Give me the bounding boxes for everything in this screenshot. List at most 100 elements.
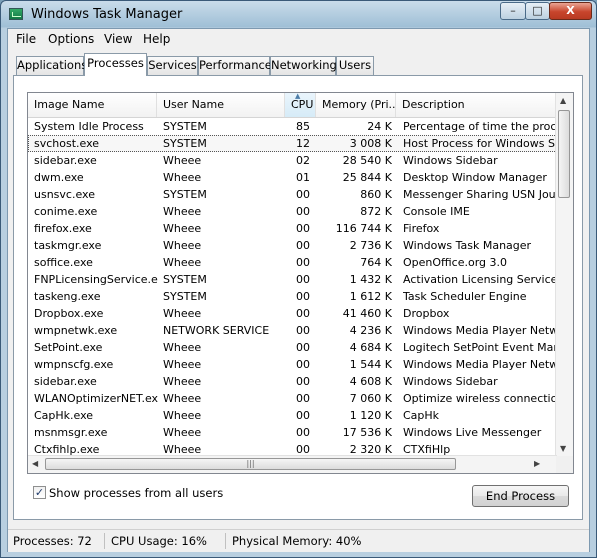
process-image-name: usnsvc.exe bbox=[34, 188, 95, 201]
process-memory: 1 120 K bbox=[349, 409, 392, 422]
process-memory: 860 K bbox=[360, 188, 392, 201]
show-all-users-checkbox[interactable]: ✓ bbox=[33, 486, 46, 499]
process-cpu: 00 bbox=[296, 290, 310, 303]
process-cpu: 00 bbox=[296, 256, 310, 269]
tab-applications[interactable]: Applications bbox=[16, 56, 87, 75]
column-cpu[interactable]: ▲ CPU bbox=[285, 93, 316, 117]
process-memory: 24 K bbox=[367, 120, 392, 133]
show-all-users-label[interactable]: Show processes from all users bbox=[49, 486, 223, 500]
scroll-up-icon[interactable]: ▲ bbox=[560, 96, 566, 105]
process-user-name: SYSTEM bbox=[163, 120, 207, 133]
tab-users[interactable]: Users bbox=[336, 56, 374, 75]
close-button[interactable]: X bbox=[549, 2, 592, 20]
window-title: Windows Task Manager bbox=[31, 7, 183, 22]
process-row[interactable]: FNPLicensingService.exe SYSTEM 00 1 432 K Ac… bbox=[28, 271, 557, 288]
horizontal-scrollbar[interactable]: ◀ ||| ▶ bbox=[28, 455, 557, 473]
process-description: Host Process for Windows Ser bbox=[403, 137, 557, 150]
column-description[interactable]: Description bbox=[396, 93, 557, 117]
process-user-name: Wheee bbox=[163, 409, 202, 422]
maximize-button[interactable]: □ bbox=[525, 2, 550, 20]
process-description: CapHk bbox=[403, 409, 440, 422]
vertical-scroll-thumb[interactable] bbox=[558, 110, 570, 198]
process-row[interactable]: soffice.exe Wheee 00 764 K OpenOffice.org 3.… bbox=[28, 254, 557, 271]
process-memory: 25 844 K bbox=[342, 171, 392, 184]
process-image-name: Dropbox.exe bbox=[34, 307, 104, 320]
menu-view[interactable]: View bbox=[104, 32, 132, 46]
menu-file[interactable]: File bbox=[16, 32, 36, 46]
process-memory: 1 432 K bbox=[349, 273, 392, 286]
process-description: Windows Media Player Netwo bbox=[403, 358, 557, 371]
process-row[interactable]: Dropbox.exe Wheee 00 41 460 K Dropbox bbox=[28, 305, 557, 322]
process-row[interactable]: dwm.exe Wheee 01 25 844 K Desktop Window Man… bbox=[28, 169, 557, 186]
process-row[interactable]: sidebar.exe Wheee 02 28 540 K Windows Sideba… bbox=[28, 152, 557, 169]
grip-icon: ||| bbox=[246, 459, 255, 468]
process-image-name: conime.exe bbox=[34, 205, 98, 218]
process-memory: 1 612 K bbox=[349, 290, 392, 303]
process-image-name: FNPLicensingService.exe bbox=[34, 273, 158, 286]
process-user-name: Wheee bbox=[163, 256, 202, 269]
process-description: Console IME bbox=[403, 205, 470, 218]
tab-performance[interactable]: Performance bbox=[198, 56, 272, 75]
process-user-name: NETWORK SERVICE bbox=[163, 324, 270, 337]
process-row[interactable]: sidebar.exe Wheee 00 4 608 K Windows Sidebar bbox=[28, 373, 557, 390]
process-image-name: SetPoint.exe bbox=[34, 341, 103, 354]
status-physical-memory: Physical Memory: 40% bbox=[232, 534, 362, 548]
process-row[interactable]: System Idle Process SYSTEM 85 24 K Percentag… bbox=[28, 118, 557, 135]
process-row[interactable]: wmpnscfg.exe Wheee 00 1 544 K Windows Media … bbox=[28, 356, 557, 373]
scroll-right-icon[interactable]: ▶ bbox=[534, 459, 540, 468]
process-cpu: 00 bbox=[296, 205, 310, 218]
column-image-name[interactable]: Image Name bbox=[28, 93, 157, 117]
process-image-name: sidebar.exe bbox=[34, 154, 97, 167]
process-row[interactable]: firefox.exe Wheee 00 116 744 K Firefox bbox=[28, 220, 557, 237]
tab-strip: Applications Processes Services Performa… bbox=[8, 53, 589, 77]
process-cpu: 00 bbox=[296, 239, 310, 252]
process-row[interactable]: usnsvc.exe SYSTEM 00 860 K Messenger Sharing… bbox=[28, 186, 557, 203]
tab-processes[interactable]: Processes bbox=[84, 53, 147, 76]
process-memory: 116 744 K bbox=[335, 222, 392, 235]
task-manager-app-icon[interactable] bbox=[9, 8, 23, 20]
column-user-name[interactable]: User Name bbox=[157, 93, 285, 117]
process-image-name: dwm.exe bbox=[34, 171, 84, 184]
process-cpu: 00 bbox=[296, 273, 310, 286]
menu-bar: File Options View Help bbox=[8, 29, 589, 49]
menu-help[interactable]: Help bbox=[143, 32, 170, 46]
process-row[interactable]: taskeng.exe SYSTEM 00 1 612 K Task Scheduler… bbox=[28, 288, 557, 305]
process-row[interactable]: conime.exe Wheee 00 872 K Console IME bbox=[28, 203, 557, 220]
process-image-name: soffice.exe bbox=[34, 256, 93, 269]
process-row[interactable]: svchost.exe SYSTEM 12 3 008 K Host Process f… bbox=[28, 135, 557, 152]
process-description: Logitech SetPoint Event Mana bbox=[403, 341, 557, 354]
process-memory: 4 684 K bbox=[349, 341, 392, 354]
vertical-scrollbar[interactable]: ▲ ▼ bbox=[555, 93, 573, 456]
process-row[interactable]: taskmgr.exe Wheee 00 2 736 K Windows Task Ma… bbox=[28, 237, 557, 254]
process-row[interactable]: WLANOptimizerNET.exe Wheee 00 7 060 K Optimi… bbox=[28, 390, 557, 407]
minimize-button[interactable]: – bbox=[500, 2, 526, 20]
process-row[interactable]: SetPoint.exe Wheee 00 4 684 K Logitech SetPo… bbox=[28, 339, 557, 356]
process-description: Firefox bbox=[403, 222, 440, 235]
process-image-name: sidebar.exe bbox=[34, 375, 97, 388]
scroll-left-icon[interactable]: ◀ bbox=[32, 459, 38, 468]
process-memory: 3 008 K bbox=[349, 137, 392, 150]
process-row[interactable]: msnmsgr.exe Wheee 00 17 536 K Windows Live M… bbox=[28, 424, 557, 441]
process-description: Desktop Window Manager bbox=[403, 171, 547, 184]
process-memory: 7 060 K bbox=[349, 392, 392, 405]
process-memory: 1 544 K bbox=[349, 358, 392, 371]
process-cpu: 02 bbox=[296, 154, 310, 167]
process-image-name: taskeng.exe bbox=[34, 290, 101, 303]
tab-networking[interactable]: Networking bbox=[270, 56, 337, 75]
title-bar[interactable]: Windows Task Manager – □ X bbox=[1, 1, 596, 28]
process-cpu: 12 bbox=[296, 137, 310, 150]
process-row[interactable]: CapHk.exe Wheee 00 1 120 K CapHk bbox=[28, 407, 557, 424]
process-row[interactable]: wmpnetwk.exe NETWORK SERVICE 00 4 236 K Wind… bbox=[28, 322, 557, 339]
process-list[interactable]: Image Name User Name ▲ CPU Memory (Pri..… bbox=[27, 92, 574, 474]
scroll-down-icon[interactable]: ▼ bbox=[560, 444, 566, 453]
process-cpu: 00 bbox=[296, 188, 310, 201]
end-process-button[interactable]: End Process bbox=[472, 485, 569, 507]
process-image-name: WLANOptimizerNET.exe bbox=[34, 392, 158, 405]
process-user-name: Wheee bbox=[163, 392, 202, 405]
process-user-name: Wheee bbox=[163, 307, 202, 320]
tab-services[interactable]: Services bbox=[147, 56, 198, 75]
menu-options[interactable]: Options bbox=[48, 32, 94, 46]
column-memory[interactable]: Memory (Pri... bbox=[316, 93, 396, 117]
status-bar: Processes: 72 CPU Usage: 16% Physical Me… bbox=[8, 529, 589, 552]
horizontal-scroll-thumb[interactable]: ||| bbox=[45, 458, 456, 470]
